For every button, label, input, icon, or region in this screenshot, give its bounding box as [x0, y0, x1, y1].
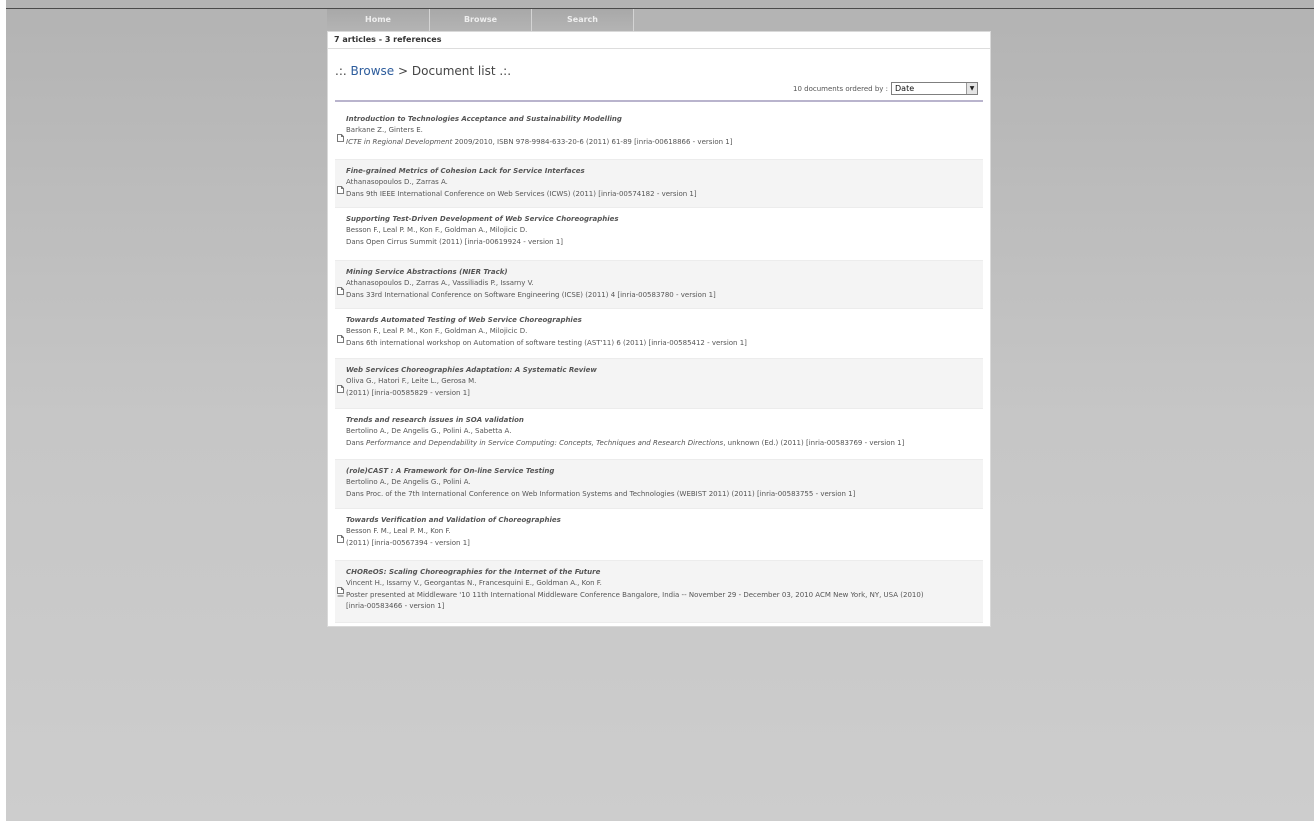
document-title[interactable]: Web Services Choreographies Adaptation: … [346, 365, 983, 376]
document-title[interactable]: Trends and research issues in SOA valida… [346, 415, 983, 426]
breadcrumb-prefix: .:. [335, 64, 347, 78]
document-reference: Dans Proc. of the 7th International Conf… [346, 489, 856, 498]
order-label: 10 documents ordered by : [793, 84, 888, 93]
document-list: Introduction to Technologies Acceptance … [335, 108, 983, 623]
order-control: 10 documents ordered by : Date ▼ [793, 82, 978, 95]
nav-home[interactable]: Home [327, 9, 430, 31]
document-title[interactable]: CHOReOS: Scaling Choreographies for the … [346, 567, 983, 578]
document-authors: Besson F., Leal P. M., Kon F., Goldman A… [346, 327, 528, 335]
document-reference: (2011) [inria-00585829 - version 1] [346, 388, 470, 397]
document-title[interactable]: Towards Automated Testing of Web Service… [346, 315, 983, 326]
order-selected-value: Date [895, 84, 915, 93]
list-item: (role)CAST : A Framework for On-line Ser… [335, 460, 983, 509]
document-title[interactable]: (role)CAST : A Framework for On-line Ser… [346, 466, 983, 477]
poster-icon[interactable] [337, 582, 344, 597]
document-authors: Besson F. M., Leal P. M., Kon F. [346, 527, 451, 535]
document-icon[interactable] [337, 328, 344, 343]
order-select[interactable]: Date ▼ [891, 82, 978, 95]
document-authors: Athanasopoulos D., Zarras A. [346, 178, 448, 186]
document-title[interactable]: Supporting Test-Driven Development of We… [346, 214, 983, 225]
breadcrumb: .:. Browse > Document list .:. [335, 64, 511, 78]
nav-search[interactable]: Search [532, 9, 634, 31]
document-venue: ICTE in Regional Development [346, 137, 453, 146]
document-authors: Besson F., Leal P. M., Kon F., Goldman A… [346, 226, 528, 234]
document-reference: Poster presented at Middleware '10 11th … [346, 590, 924, 599]
content-panel: 7 articles - 3 references .:. Browse > D… [327, 31, 991, 627]
top-border-line [6, 8, 1314, 9]
list-item: Trends and research issues in SOA valida… [335, 409, 983, 460]
page-left-edge [0, 0, 6, 821]
document-reference: Dans Open Cirrus Summit (2011) [inria-00… [346, 237, 564, 246]
document-reference: (2011) [inria-00567394 - version 1] [346, 538, 470, 547]
document-title[interactable]: Towards Verification and Validation of C… [346, 515, 983, 526]
list-item: Supporting Test-Driven Development of We… [335, 208, 983, 261]
document-venue: Performance and Dependability in Service… [366, 438, 724, 447]
document-reference: Dans 33rd International Conference on So… [346, 290, 716, 299]
document-icon[interactable] [337, 179, 344, 194]
document-reference: Dans 6th international workshop on Autom… [346, 338, 747, 347]
document-reference: Dans 9th IEEE International Conference o… [346, 189, 697, 198]
document-ref-prefix: Dans [346, 438, 364, 447]
list-item: Towards Verification and Validation of C… [335, 509, 983, 561]
document-authors: Bertolino A., De Angelis G., Polini A., … [346, 427, 512, 435]
document-title[interactable]: Introduction to Technologies Acceptance … [346, 114, 983, 125]
breadcrumb-current: Document list [411, 64, 496, 78]
document-authors: Bertolino A., De Angelis G., Polini A. [346, 478, 471, 486]
document-ref-suffix: , unknown (Ed.) (2011) [inria-00583769 -… [723, 438, 905, 447]
document-reference: Dans Performance and Dependability in Se… [346, 438, 983, 450]
document-count-summary: 7 articles - 3 references [328, 32, 990, 49]
list-item: Fine-grained Metrics of Cohesion Lack fo… [335, 160, 983, 208]
nav-browse[interactable]: Browse [430, 9, 532, 31]
breadcrumb-suffix: .:. [499, 64, 512, 78]
document-authors: Vincent H., Issarny V., Georgantas N., F… [346, 579, 602, 587]
header-divider [335, 100, 983, 102]
document-authors: Athanasopoulos D., Zarras A., Vassiliadi… [346, 279, 534, 287]
document-icon[interactable] [337, 127, 344, 142]
document-title[interactable]: Mining Service Abstractions (NIER Track) [346, 267, 983, 278]
top-navigation: Home Browse Search [327, 9, 634, 31]
document-reference-id: [inria-00583466 - version 1] [346, 602, 445, 610]
list-item: Web Services Choreographies Adaptation: … [335, 359, 983, 409]
document-authors: Oliva G., Hatori F., Leite L., Gerosa M. [346, 377, 477, 385]
list-item: Mining Service Abstractions (NIER Track)… [335, 261, 983, 309]
document-icon[interactable] [337, 280, 344, 295]
list-item: Introduction to Technologies Acceptance … [335, 108, 983, 160]
dropdown-arrow-icon[interactable]: ▼ [966, 83, 977, 94]
document-icon[interactable] [337, 528, 344, 543]
list-item: Towards Automated Testing of Web Service… [335, 309, 983, 359]
document-title[interactable]: Fine-grained Metrics of Cohesion Lack fo… [346, 166, 983, 177]
breadcrumb-separator: > [398, 64, 409, 78]
breadcrumb-browse-link[interactable]: Browse [351, 64, 395, 78]
document-icon[interactable] [337, 378, 344, 393]
list-item: CHOReOS: Scaling Choreographies for the … [335, 561, 983, 623]
document-authors: Barkane Z., Ginters E. [346, 126, 423, 134]
document-reference: ICTE in Regional Development 2009/2010, … [346, 137, 983, 149]
document-ref: 2009/2010, ISBN 978-9984-633-20-6 (2011)… [454, 137, 733, 146]
